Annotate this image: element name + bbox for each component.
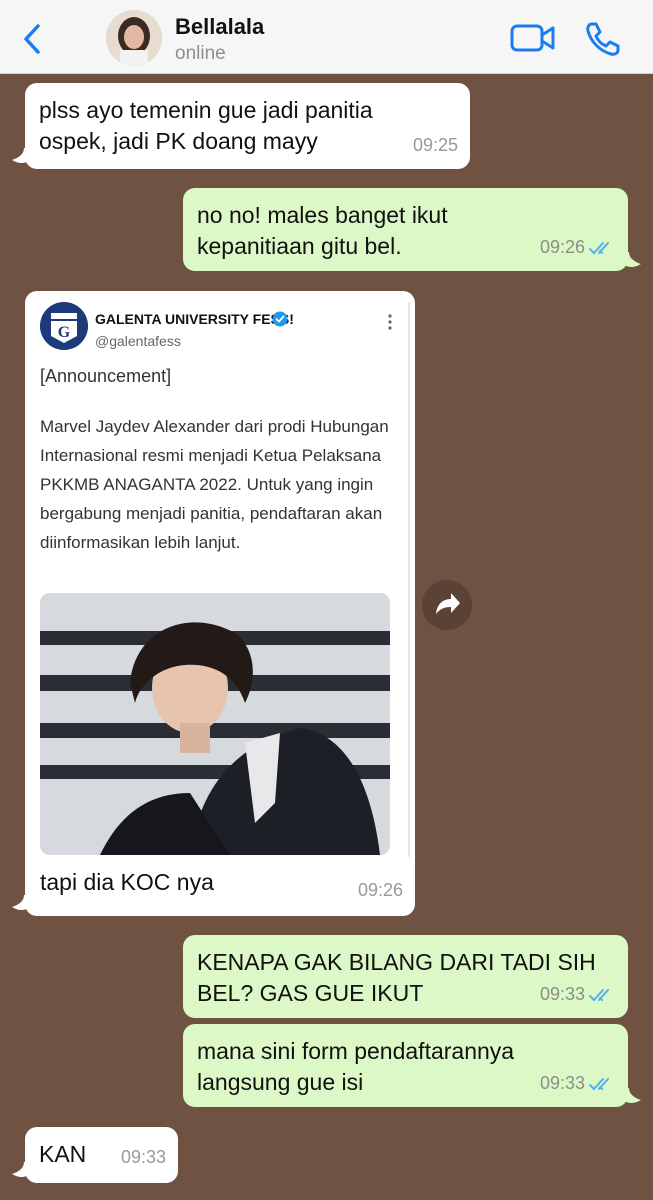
message-time: 09:25 xyxy=(412,135,458,155)
bubble-tail xyxy=(12,1162,30,1177)
bubble-tail xyxy=(623,252,641,267)
contact-status: online xyxy=(175,43,226,64)
message-bubble-outgoing[interactable]: KENAPA GAK BILANG DARI TADI SIH BEL? GAS… xyxy=(183,935,628,1018)
chevron-left-icon[interactable] xyxy=(20,22,46,56)
message-text: mana sini form pendaftarannya langsung g… xyxy=(197,1038,515,1095)
bubble-tail xyxy=(12,895,30,910)
video-call-icon[interactable] xyxy=(510,22,556,54)
message-bubble-outgoing[interactable]: no no! males banget ikut kepanitiaan git… xyxy=(183,188,628,271)
double-check-icon xyxy=(589,988,609,1001)
verified-badge-icon xyxy=(272,311,288,327)
message-bubble-outgoing[interactable]: mana sini form pendaftarannya langsung g… xyxy=(183,1024,628,1107)
tweet-screenshot[interactable]: G GALENTA UNIVERSITY FESS! @galentafess … xyxy=(40,302,410,857)
svg-text:G: G xyxy=(58,324,71,341)
phone-icon[interactable] xyxy=(584,20,622,58)
message-bubble-incoming[interactable]: KAN 09:33 xyxy=(25,1127,178,1183)
message-time: 09:33 xyxy=(539,1073,585,1093)
double-check-icon xyxy=(589,1077,609,1090)
avatar[interactable] xyxy=(106,10,162,66)
message-time: 09:26 xyxy=(539,237,585,257)
bubble-tail xyxy=(12,148,30,163)
message-caption: tapi dia KOC nya xyxy=(40,869,214,895)
bubble-tail xyxy=(623,1088,641,1103)
tweet-account-name: GALENTA UNIVERSITY FESS! xyxy=(95,311,294,327)
message-text: plss ayo temenin gue jadi panitia ospek,… xyxy=(39,97,373,154)
message-time: 09:33 xyxy=(120,1147,166,1167)
message-meta: 09:33 xyxy=(540,979,616,1010)
tweet-body: Marvel Jaydev Alexander dari prodi Hubun… xyxy=(40,417,389,552)
message-meta: 09:26 xyxy=(540,232,616,263)
forward-icon xyxy=(436,593,460,614)
tweet-photo xyxy=(40,593,390,855)
university-logo: G xyxy=(40,302,88,350)
more-vertical-icon xyxy=(388,314,392,330)
double-check-icon xyxy=(589,241,609,254)
message-bubble-incoming[interactable]: plss ayo temenin gue jadi panitia ospek,… xyxy=(25,83,470,169)
contact-name[interactable]: Bellalala xyxy=(175,14,264,40)
forward-button[interactable] xyxy=(422,580,472,630)
chat-header: Bellalala online xyxy=(0,0,653,74)
message-time: 09:26 xyxy=(357,880,403,900)
message-meta: 09:33 xyxy=(540,1068,616,1099)
tweet-title: [Announcement] xyxy=(40,366,172,386)
tweet-handle: @galentafess xyxy=(95,333,181,349)
message-text: no no! males banget ikut kepanitiaan git… xyxy=(197,202,448,259)
message-time: 09:33 xyxy=(539,984,585,1004)
message-text: KENAPA GAK BILANG DARI TADI SIH BEL? GAS… xyxy=(197,949,596,1006)
